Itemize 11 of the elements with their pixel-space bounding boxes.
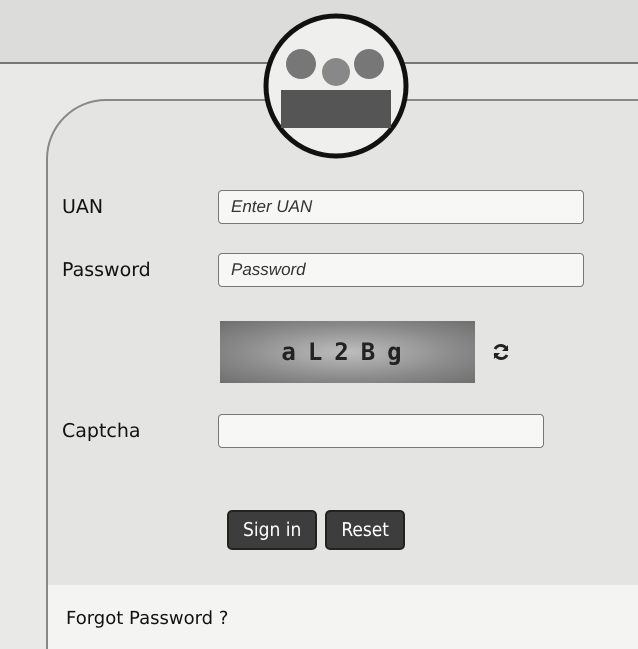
captcha-image: aL2Bg xyxy=(220,321,475,383)
field-label: UAN xyxy=(62,196,104,218)
field-label: Password xyxy=(62,259,152,281)
refresh-icon[interactable] xyxy=(491,342,511,362)
input-field[interactable] xyxy=(218,414,544,448)
reset-button[interactable]: Reset xyxy=(325,510,405,550)
field-label: Captcha xyxy=(62,420,142,442)
input-field[interactable]: Password xyxy=(218,253,584,287)
sign-in-button[interactable]: Sign in xyxy=(227,510,318,550)
input-field[interactable]: Enter UAN xyxy=(218,190,584,224)
forgot-password-link[interactable]: Forgot Password ? xyxy=(66,608,228,628)
